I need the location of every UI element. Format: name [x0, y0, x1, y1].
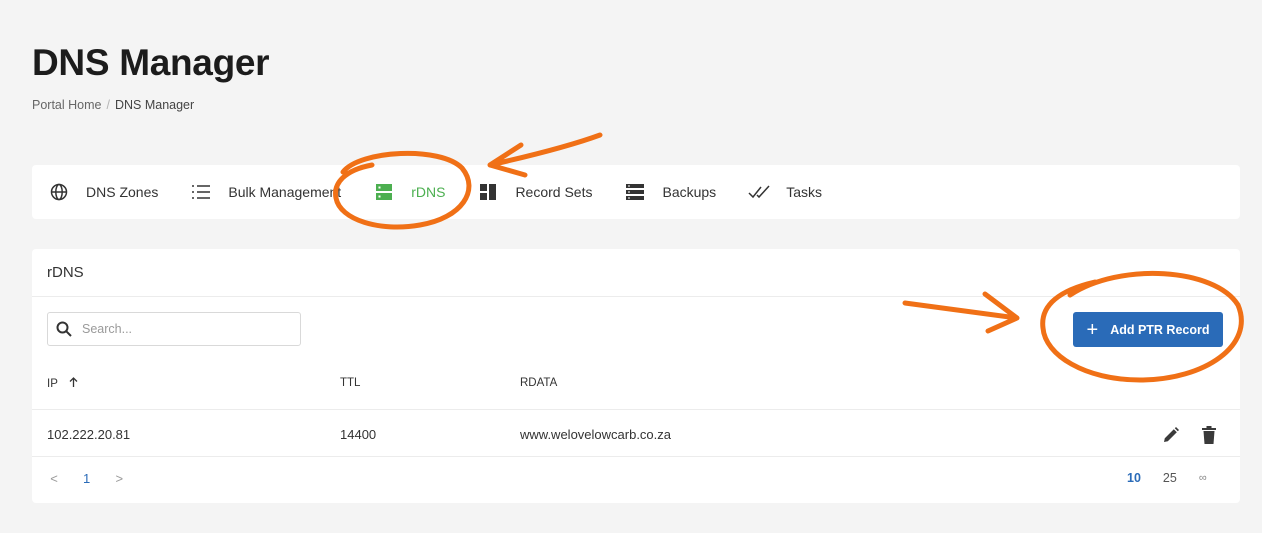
page: DNS Manager Portal Home / DNS Manager DNS … — [0, 0, 1262, 533]
page-size-10[interactable]: 10 — [1127, 471, 1141, 485]
breadcrumb-current: DNS Manager — [114, 98, 195, 112]
list-icon — [190, 181, 212, 203]
tab-label: rDNS — [411, 184, 446, 200]
table-divider — [32, 409, 1240, 410]
column-header-ttl[interactable]: TTL — [340, 377, 360, 389]
prev-page-button[interactable]: < — [47, 471, 61, 486]
column-header-ip[interactable]: IP — [47, 377, 78, 390]
tab-backups[interactable]: Backups — [624, 165, 716, 219]
add-ptr-record-button[interactable]: + Add PTR Record — [1073, 312, 1223, 347]
server-icon — [373, 181, 395, 203]
breadcrumb-home-link[interactable]: Portal Home — [32, 98, 101, 112]
page-title: DNS Manager — [32, 42, 270, 83]
card-title: rDNS — [32, 249, 1240, 297]
tab-dns-zones[interactable]: DNS Zones — [48, 165, 158, 219]
page-size-all[interactable]: ∞ — [1199, 472, 1207, 484]
row-actions — [1159, 423, 1221, 447]
search-input[interactable] — [82, 322, 282, 336]
column-header-ip-label: IP — [47, 378, 58, 390]
search-icon — [56, 321, 72, 337]
trash-icon[interactable] — [1197, 423, 1221, 447]
column-header-rdata[interactable]: RDATA — [520, 377, 557, 389]
tab-record-sets[interactable]: Record Sets — [477, 165, 592, 219]
breadcrumb-separator: / — [106, 98, 110, 112]
grid-icon — [477, 181, 499, 203]
tab-bulk-management[interactable]: Bulk Management — [190, 165, 341, 219]
database-icon — [624, 181, 646, 203]
cell-rdata: www.welovelowcarb.co.za — [520, 427, 672, 442]
tab-label: Backups — [662, 184, 717, 200]
next-page-button[interactable]: > — [112, 471, 126, 486]
plus-icon: + — [1086, 318, 1099, 341]
globe-icon — [48, 181, 70, 203]
search-box[interactable] — [47, 312, 301, 346]
sort-ascending-icon — [69, 377, 78, 390]
add-ptr-record-label: Add PTR Record — [1110, 322, 1210, 337]
tab-label: Record Sets — [515, 184, 593, 200]
cell-ip: 102.222.20.81 — [47, 427, 131, 442]
tab-bar: DNS Zones Bulk Management rDNS Record Se… — [32, 165, 1240, 219]
page-size-25[interactable]: 25 — [1163, 471, 1177, 485]
cell-ttl: 14400 — [340, 427, 377, 442]
pagination: < 1 > — [47, 471, 126, 486]
page-size-selector: 10 25 ∞ — [1127, 471, 1207, 485]
edit-pencil-icon[interactable] — [1159, 423, 1183, 447]
tab-tasks[interactable]: Tasks — [748, 165, 822, 219]
page-number-button[interactable]: 1 — [83, 471, 90, 486]
tab-rdns[interactable]: rDNS — [373, 165, 445, 219]
rdns-card: rDNS + Add PTR Record IP TTL — [32, 249, 1240, 503]
double-check-icon — [748, 181, 770, 203]
table-divider — [32, 456, 1240, 457]
tab-label: DNS Zones — [86, 184, 159, 200]
breadcrumb: Portal Home / DNS Manager — [32, 98, 194, 112]
tab-label: Bulk Management — [228, 184, 342, 200]
tab-label: Tasks — [786, 184, 822, 200]
